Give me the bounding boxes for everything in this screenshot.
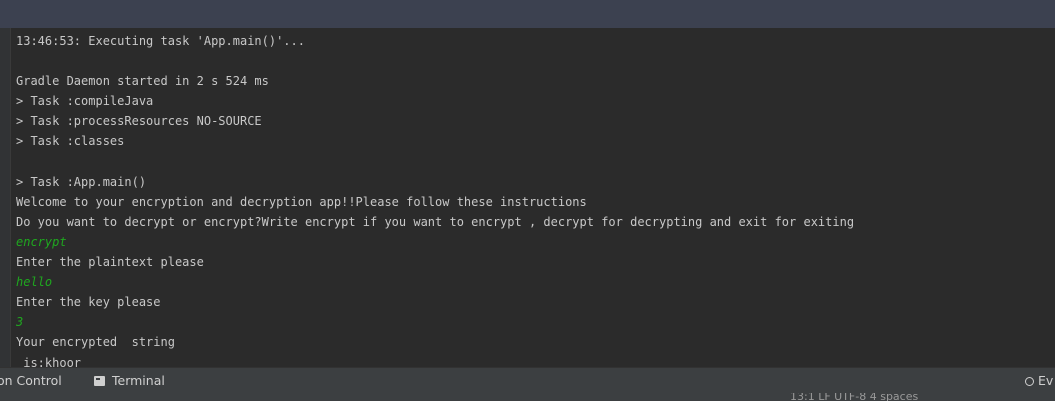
console-output-line: Do you want to decrypt or encrypt?Write … (16, 214, 855, 229)
console-output-line (16, 152, 1047, 172)
console-output-line: Welcome to your encryption and decryptio… (16, 194, 587, 209)
console-output-line: > Task :compileJava (16, 94, 154, 109)
version-control-label: on Control (0, 373, 62, 388)
run-console[interactable]: 13:46:53: Executing task 'App.main()'...… (0, 28, 1055, 370)
status-bar: 13:1 LF UTF-8 4 spaces (0, 393, 1055, 401)
console-output-line: Enter the key please (16, 295, 161, 310)
title-bar (0, 0, 1055, 28)
status-text: 13:1 LF UTF-8 4 spaces (790, 393, 919, 401)
console-output-line: Your encrypted string (16, 335, 175, 350)
terminal-tab[interactable]: Terminal (94, 368, 165, 394)
tool-window-bar: on Control Terminal Ev (0, 367, 1055, 394)
console-output-line: > Task :processResources NO-SOURCE (16, 114, 262, 129)
console-output-line: Enter the plaintext please (16, 255, 204, 270)
event-log-tab[interactable]: Ev (1025, 368, 1053, 394)
event-log-label: Ev (1038, 373, 1054, 388)
terminal-label: Terminal (112, 373, 165, 388)
console-output-line: 13:46:53: Executing task 'App.main()'... (16, 34, 305, 48)
console-output-line (16, 51, 1047, 71)
console-input-line: 3 (16, 315, 24, 330)
console-gutter (0, 28, 11, 367)
console-input-line: hello (16, 275, 53, 290)
event-log-icon (1025, 376, 1034, 386)
console-output-line: > Task :classes (16, 134, 125, 149)
console-output-line: Gradle Daemon started in 2 s 524 ms (16, 74, 269, 89)
console-input-line: encrypt (16, 234, 67, 249)
console-output: 13:46:53: Executing task 'App.main()'...… (16, 31, 1047, 373)
terminal-icon (94, 376, 105, 386)
version-control-tab[interactable]: on Control (0, 368, 62, 394)
console-output-line: > Task :App.main() (16, 174, 147, 189)
